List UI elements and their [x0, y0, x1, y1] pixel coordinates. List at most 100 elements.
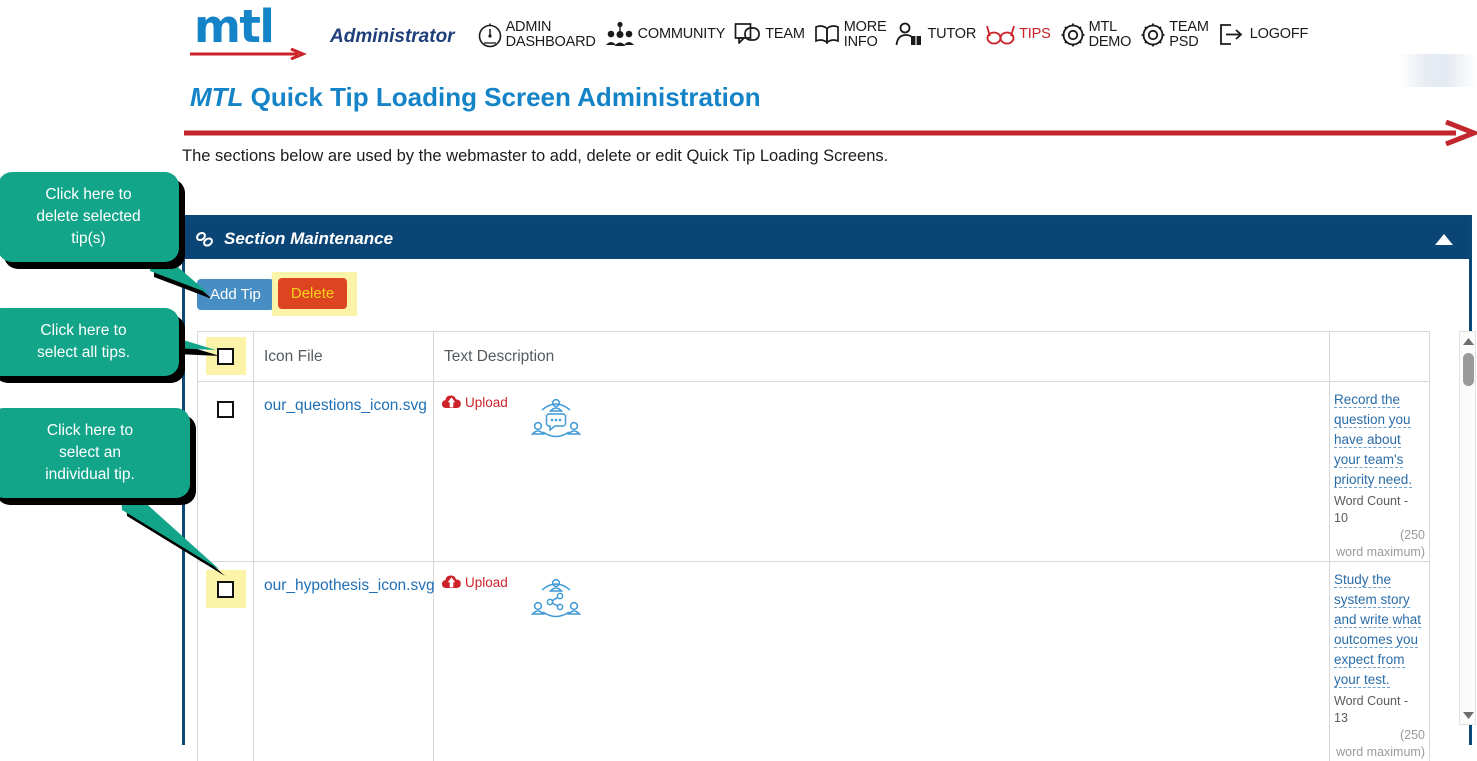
collaboration-chat-icon — [530, 398, 581, 438]
word-count-value: 10 — [1334, 511, 1348, 525]
nav-label-line1: TIPS — [1019, 25, 1051, 42]
network-share-icon — [530, 578, 581, 618]
scrollbar-down-button[interactable] — [1460, 706, 1477, 724]
nav-label-line2: DASHBOARD — [505, 33, 596, 50]
callout-bubble: Click here to delete selected tip(s) — [0, 172, 179, 262]
word-max-note-line1: (250 — [1399, 528, 1425, 542]
row-select-cell — [197, 561, 254, 761]
callout-line3: tip(s) — [71, 230, 106, 247]
page-title-rest: Quick Tip Loading Screen Administration — [243, 82, 761, 112]
nav-tutor-label: TUTOR — [927, 27, 976, 42]
screen-root: mtl Administrator ADMIN DASHBOARD COMMUN… — [0, 0, 1477, 761]
callout-line2: select all tips. — [36, 344, 131, 361]
mtl-logo[interactable]: mtl — [190, 4, 312, 66]
nav-more-info[interactable]: MORE INFO — [814, 20, 887, 49]
people-group-icon — [605, 21, 634, 46]
row-checkbox[interactable] — [217, 580, 234, 598]
callout-select-one: Click here to select an individual tip. — [0, 408, 190, 498]
nav-team[interactable]: TEAM — [734, 20, 805, 48]
title-divider-arrow — [184, 120, 1477, 146]
scrollbar-thumb[interactable] — [1463, 353, 1474, 386]
upload-button[interactable]: Upload — [442, 394, 508, 410]
gear-icon — [1141, 23, 1165, 46]
scrollbar-up-button[interactable] — [1460, 332, 1477, 350]
chevron-up-icon[interactable] — [1435, 234, 1453, 245]
icon-file-link[interactable]: our_hypothesis_icon.svg — [264, 577, 435, 594]
upload-label: Upload — [465, 394, 508, 410]
icon-file-link[interactable]: our_questions_icon.svg — [264, 397, 427, 414]
nav-label-line1: TEAM — [1169, 19, 1209, 35]
word-count-label: Word Count - — [1334, 494, 1409, 508]
description-text-wrap[interactable]: Record the question you have about your … — [1334, 390, 1425, 490]
upload-row: Upload — [442, 574, 1329, 624]
nav-admin-dashboard[interactable]: ADMIN DASHBOARD — [477, 20, 596, 49]
icon-file-header: Icon File — [253, 331, 434, 382]
nav-tips[interactable]: TIPS — [985, 20, 1051, 48]
top-navigation: mtl Administrator ADMIN DASHBOARD COMMUN… — [182, 4, 1477, 70]
nav-team-psd[interactable]: TEAM PSD — [1140, 19, 1209, 50]
nav-more-info-label: MORE INFO — [844, 20, 887, 49]
nav-team-psd-label: TEAM PSD — [1169, 19, 1209, 50]
logout-icon — [1219, 24, 1243, 45]
delete-button[interactable]: Delete — [277, 278, 348, 309]
nav-mtl-demo[interactable]: MTL DEMO — [1060, 19, 1132, 50]
nav-label-line2: PSD — [1169, 33, 1199, 50]
role-label: Administrator — [330, 26, 455, 47]
section-maintenance-panel: Section Maintenance Add Tip Delete Icon … — [182, 215, 1476, 761]
logo-text: mtl — [194, 0, 275, 53]
page-title-emphasis: MTL — [190, 82, 244, 112]
word-count-value: 13 — [1334, 711, 1348, 725]
row-file-cell: our_hypothesis_icon.svg — [253, 561, 435, 761]
glasses-icon — [986, 25, 1015, 45]
nav-label-line1: MTL — [1088, 19, 1118, 35]
word-count: Word Count - 13 — [1334, 693, 1425, 727]
nav-label-line2: DEMO — [1088, 33, 1132, 50]
callout-delete: Click here to delete selected tip(s) — [0, 172, 179, 262]
text-column-header — [1329, 331, 1430, 382]
panel-header[interactable]: Section Maintenance — [185, 218, 1469, 259]
word-count: Word Count - 10 — [1334, 493, 1425, 527]
nav-label-line1: TEAM — [765, 25, 805, 42]
nav-community-label: COMMUNITY — [638, 27, 726, 42]
row-description-cell: Upload — [433, 381, 1330, 562]
nav-label-line1: LOGOFF — [1249, 25, 1309, 42]
gauge-icon — [478, 23, 501, 47]
triangle-up-icon — [1463, 337, 1474, 345]
nav-tutor[interactable]: TUTOR — [895, 20, 976, 48]
nav-label-line1: ADMIN — [505, 19, 552, 35]
gear-icon — [1061, 23, 1085, 46]
description-text-wrap[interactable]: Study the system story and write what ou… — [1334, 570, 1425, 690]
triangle-down-icon — [1463, 711, 1474, 719]
callout-select-all: Click here to select all tips. — [0, 308, 179, 376]
panel-body: Add Tip Delete Icon File Text Descriptio… — [185, 259, 1476, 761]
upload-button[interactable]: Upload — [442, 574, 508, 590]
row-text-cell: Study the system story and write what ou… — [1329, 561, 1430, 761]
delete-button-highlight: Delete — [271, 272, 358, 316]
row-description-cell: Upload — [433, 561, 1330, 761]
select-all-checkbox[interactable] — [217, 347, 234, 365]
row-text-cell: Record the question you have about your … — [1329, 381, 1430, 562]
row-checkbox[interactable] — [217, 401, 234, 418]
description-text: Study the system story and write what ou… — [1334, 572, 1422, 688]
logo-arrow-icon — [190, 48, 307, 60]
word-max-note-line2: word maximum) — [1336, 745, 1425, 759]
toolbar: Add Tip Delete — [185, 259, 1469, 327]
nav-logoff-label: LOGOFF — [1249, 25, 1309, 42]
word-max-note-line2: word maximum) — [1336, 545, 1425, 559]
callout-line3: individual tip. — [45, 466, 135, 483]
nav-community[interactable]: COMMUNITY — [605, 20, 726, 48]
callout-line1: Click here to — [46, 422, 134, 439]
nav-logoff[interactable]: LOGOFF — [1218, 20, 1308, 48]
nav-admin-dashboard-label: ADMIN DASHBOARD — [506, 20, 596, 49]
main-content: mtl Administrator ADMIN DASHBOARD COMMUN… — [182, 0, 1477, 761]
person-book-icon — [896, 22, 922, 46]
table-scrollbar[interactable] — [1459, 331, 1476, 725]
cloud-upload-icon — [442, 395, 461, 408]
page-subtitle: The sections below are used by the webma… — [182, 147, 889, 165]
text-description-header: Text Description — [433, 331, 1330, 382]
callout-line1: Click here to — [40, 322, 127, 339]
row-file-cell: our_questions_icon.svg — [253, 381, 434, 562]
nav-label-line1: COMMUNITY — [637, 25, 726, 42]
nav-label-line1: TUTOR — [927, 25, 977, 42]
upload-label: Upload — [465, 574, 508, 590]
